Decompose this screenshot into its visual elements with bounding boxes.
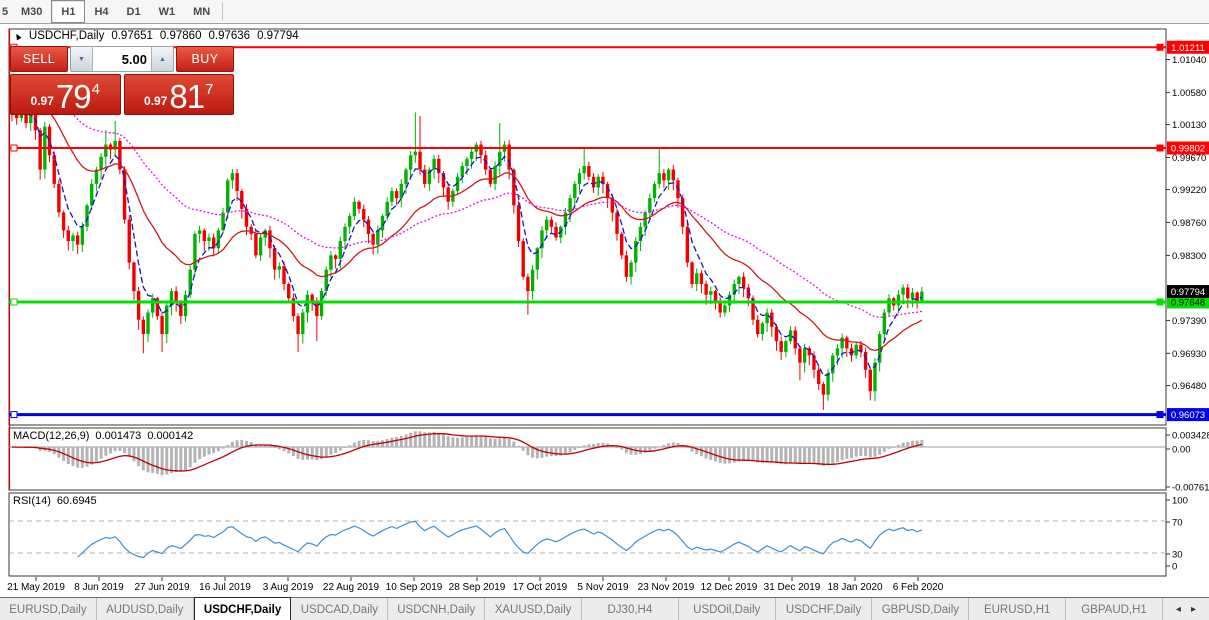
rsi-value: 60.6945 [57,495,97,507]
hline-left-handle[interactable] [11,412,17,418]
buy-price-pip: 7 [205,81,213,98]
price-axis-label: 1.00580 [1172,88,1206,99]
hline-right-handle[interactable] [1157,145,1163,151]
toolbar-separator [222,2,223,21]
chart-tab-10-eurusdh1[interactable]: EURUSD,H1 [969,598,1066,620]
last-price-label: 0.97794 [1171,287,1205,298]
chart-tab-8-usdchfdaily[interactable]: USDCHF,Daily [776,598,873,620]
date-axis-label: 8 Jun 2019 [74,582,124,593]
price-axis-label: 0.96930 [1172,349,1206,360]
volume-decrease-button[interactable]: ▼ [71,47,93,71]
ohlc-close: 0.97794 [257,30,299,42]
timeframe-button-w1[interactable]: W1 [150,0,185,23]
hline-price-label: 0.97648 [1171,297,1205,308]
date-axis-label: 18 Jan 2020 [827,582,882,593]
buy-price-main: 81 [169,82,204,112]
sell-price-main: 79 [56,82,91,112]
chart-tab-4-usdcnhdaily[interactable]: USDCNH,Daily [388,598,485,620]
date-axis-label: 22 Aug 2019 [323,582,380,593]
chart-title: ▲ USDCHF,Daily 0.97651 0.97860 0.97636 0… [13,30,299,42]
sell-button[interactable]: SELL [10,46,68,72]
hline-left-handle[interactable] [11,145,17,151]
chart-tabbar: EURUSD,DailyAUDUSD,DailyUSDCHF,DailyUSDC… [0,597,1209,620]
timeframe-button-h1[interactable]: H1 [51,0,85,23]
date-axis-label: 31 Dec 2019 [764,582,821,593]
buy-price-prefix: 0.97 [144,94,167,108]
timeframe-button-m30[interactable]: M30 [12,0,51,23]
date-axis-label: 12 Dec 2019 [701,582,758,593]
hline-price-label: 1.01211 [1171,43,1205,54]
date-axis-label: 16 Jul 2019 [199,582,251,593]
chart-tab-2-usdchfdaily[interactable]: USDCHF,Daily [194,597,292,620]
rsi-axis-label: 30 [1172,550,1183,561]
date-axis-label: 17 Oct 2019 [513,582,568,593]
chart-tab-7-usdoildaily[interactable]: USDOil,Daily [679,598,776,620]
price-axis-label: 0.98300 [1172,251,1206,262]
volume-increase-button[interactable]: ▲ [151,47,173,71]
mt4-window: 5M30H1H4D1W1MN 1.012110.998020.976480.96… [0,0,1209,620]
date-axis-label: 21 May 2019 [7,582,65,593]
volume-box: ▼ ▲ [70,46,174,72]
buy-price-tile[interactable]: 0.97 81 7 [124,74,235,115]
tab-scroll-arrows: ◂▸ [1163,598,1209,620]
macd-name: MACD(12,26,9) [13,430,89,442]
macd-axis-label: -0.007615 [1172,483,1209,494]
sell-price-pip: 4 [92,81,100,98]
ohlc-high: 0.97860 [160,30,202,42]
hline-right-handle[interactable] [1157,412,1163,418]
rsi-axis-label: 70 [1172,518,1183,529]
price-axis-label: 1.00130 [1172,120,1206,131]
macd-axis-label: 0.00 [1172,445,1191,456]
ohlc-open: 0.97651 [111,30,153,42]
hline-right-handle[interactable] [1157,299,1163,305]
price-axis-label: 1.01040 [1172,55,1206,66]
tab-scroll-right-icon[interactable]: ▸ [1191,604,1196,615]
chart-tab-9-gbpusddaily[interactable]: GBPUSD,Daily [872,598,969,620]
date-axis-label: 6 Feb 2020 [893,582,944,593]
hline-right-handle[interactable] [1157,44,1163,50]
timeframe-button-mn[interactable]: MN [184,0,219,23]
chart-tab-6-dj30h4[interactable]: DJ30,H4 [582,598,679,620]
sell-price-tile[interactable]: 0.97 79 4 [10,74,121,115]
chart-tab-11-gbpaudh1[interactable]: GBPAUD,H1 [1066,598,1163,620]
chart-tab-5-xauusddaily[interactable]: XAUUSD,Daily [485,598,582,620]
date-axis-label: 10 Sep 2019 [386,582,443,593]
hline-price-label: 0.96073 [1171,410,1205,421]
price-axis-label: 0.97390 [1172,316,1206,327]
price-axis-label: 0.99220 [1172,185,1206,196]
chart-tab-1-audusddaily[interactable]: AUDUSD,Daily [97,598,194,620]
chart-tab-0-eurusddaily[interactable]: EURUSD,Daily [0,598,97,620]
date-axis-label: 5 Nov 2019 [577,582,629,593]
volume-input[interactable] [93,47,151,71]
macd-indicator-label: MACD(12,26,9) 0.001473 0.000142 [13,430,193,442]
buy-button[interactable]: BUY [176,46,234,72]
date-axis-label: 3 Aug 2019 [263,582,314,593]
rsi-axis-label: 0 [1172,562,1177,573]
one-click-trading-panel: SELL ▼ ▲ BUY 0.97 79 4 0.97 81 7 [10,46,234,115]
timeframe-button-5[interactable]: 5 [0,0,12,23]
cursor-arrow-icon: ▲ [11,29,24,43]
timeframe-button-d1[interactable]: D1 [118,0,150,23]
date-axis-label: 28 Sep 2019 [449,582,506,593]
tab-scroll-left-icon[interactable]: ◂ [1176,604,1181,615]
price-axis-label: 0.98760 [1172,218,1206,229]
price-axis-label: 0.96480 [1172,381,1206,392]
macd-axis-label: 0.003428 [1172,431,1209,442]
sell-price-prefix: 0.97 [31,94,54,108]
date-axis-label: 23 Nov 2019 [638,582,695,593]
rsi-indicator-label: RSI(14) 60.6945 [13,495,97,507]
rsi-name: RSI(14) [13,495,51,507]
timeframe-toolbar: 5M30H1H4D1W1MN [0,0,1209,24]
date-axis-label: 27 Jun 2019 [134,582,189,593]
price-axis-label: 0.99670 [1172,153,1206,164]
hline-left-handle[interactable] [11,299,17,305]
macd-signal-value: 0.000142 [147,430,193,442]
rsi-axis-label: 100 [1172,496,1188,507]
chart-symbol-period: USDCHF,Daily [29,30,104,42]
ohlc-low: 0.97636 [208,30,250,42]
timeframe-button-h4[interactable]: H4 [85,0,117,23]
chart-tab-3-usdcaddaily[interactable]: USDCAD,Daily [291,598,388,620]
macd-main-value: 0.001473 [95,430,141,442]
